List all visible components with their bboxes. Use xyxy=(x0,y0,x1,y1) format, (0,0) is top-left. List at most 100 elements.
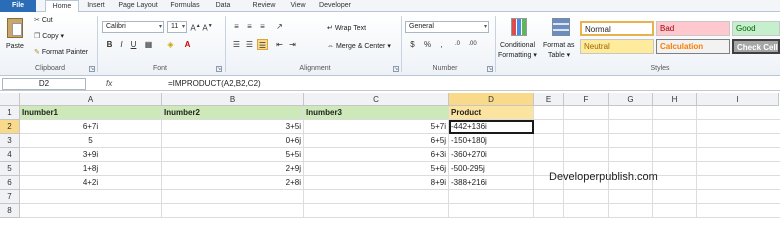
copy-label: Copy xyxy=(42,33,59,40)
cell-d4[interactable]: -360+270i xyxy=(449,148,534,162)
cell-c1[interactable]: Inumber3 xyxy=(304,106,449,120)
shrink-font-icon[interactable]: A▼ xyxy=(202,21,213,33)
column-header-g[interactable]: G xyxy=(609,93,653,106)
style-neutral[interactable]: Neutral xyxy=(580,39,654,54)
cell-b6[interactable]: 2+8i xyxy=(162,176,304,190)
italic-icon[interactable]: I xyxy=(116,39,127,50)
cell-d3[interactable]: -150+180j xyxy=(449,134,534,148)
cut-button[interactable]: ✂ Cut xyxy=(34,16,53,24)
tab-view[interactable]: View xyxy=(284,0,312,12)
select-all-corner[interactable] xyxy=(0,93,20,106)
cell-a4[interactable]: 3+9i xyxy=(20,148,162,162)
font-launcher-icon[interactable]: ↘ xyxy=(216,66,222,72)
tab-insert[interactable]: Insert xyxy=(82,0,110,12)
increase-decimal-icon[interactable]: .0 xyxy=(452,39,463,50)
row-header-7[interactable]: 7 xyxy=(0,190,20,204)
style-bad[interactable]: Bad xyxy=(656,21,730,36)
column-header-h[interactable]: H xyxy=(653,93,697,106)
align-middle-icon[interactable]: ≡ xyxy=(244,21,255,32)
formula-input[interactable]: =IMPRODUCT(A2,B2,C2) xyxy=(168,78,261,90)
style-check-cell[interactable]: Check Cell xyxy=(732,39,780,54)
row-header-6[interactable]: 6 xyxy=(0,176,20,190)
row-header-1[interactable]: 1 xyxy=(0,106,20,120)
grow-font-icon[interactable]: A▲ xyxy=(190,21,201,33)
cell-b2[interactable]: 3+5i xyxy=(162,120,304,134)
number-launcher-icon[interactable]: ↘ xyxy=(487,66,493,72)
merge-center-button[interactable]: ⇔ Merge & Center ▾ xyxy=(327,42,391,50)
column-header-e[interactable]: E xyxy=(534,93,564,106)
tab-developer[interactable]: Developer xyxy=(313,0,357,12)
column-header-a[interactable]: A xyxy=(20,93,162,106)
decrease-decimal-icon[interactable]: .00 xyxy=(467,39,478,50)
merge-icon: ⇔ xyxy=(327,43,334,50)
cell-c6[interactable]: 8+9i xyxy=(304,176,449,190)
tab-data[interactable]: Data xyxy=(209,0,237,12)
cell-c5[interactable]: 5+6j xyxy=(304,162,449,176)
cell-a3[interactable]: 5 xyxy=(20,134,162,148)
comma-icon[interactable]: , xyxy=(436,39,447,50)
align-left-icon[interactable]: ☰ xyxy=(231,39,242,50)
column-header-i[interactable]: I xyxy=(697,93,779,106)
cell-c4[interactable]: 6+3i xyxy=(304,148,449,162)
style-good[interactable]: Good xyxy=(732,21,780,36)
column-header-c[interactable]: C xyxy=(304,93,449,106)
column-header-f[interactable]: F xyxy=(564,93,609,106)
alignment-group-label: Alignment xyxy=(299,65,331,72)
wrap-text-label: Wrap Text xyxy=(334,25,367,32)
format-painter-button[interactable]: ✎ Format Painter xyxy=(34,48,88,56)
tab-page-layout[interactable]: Page Layout xyxy=(112,0,164,12)
decrease-indent-icon[interactable]: ⇤ xyxy=(274,39,285,50)
style-calculation[interactable]: Calculation xyxy=(656,39,730,54)
cell-a5[interactable]: 1+8j xyxy=(20,162,162,176)
underline-icon[interactable]: U xyxy=(128,39,139,50)
name-box[interactable]: D2 xyxy=(2,78,86,90)
font-color-icon[interactable]: A xyxy=(182,39,193,50)
fill-color-icon[interactable]: ◈ xyxy=(165,39,176,50)
font-size-select[interactable]: 11 ▾ xyxy=(167,21,187,33)
tab-formulas[interactable]: Formulas xyxy=(166,0,204,12)
percent-icon[interactable]: % xyxy=(422,39,433,50)
cell-d6[interactable]: -388+216i xyxy=(449,176,534,190)
cell-c3[interactable]: 6+5j xyxy=(304,134,449,148)
cell-a1[interactable]: Inumber1 xyxy=(20,106,162,120)
bold-icon[interactable]: B xyxy=(104,39,115,50)
tab-review[interactable]: Review xyxy=(247,0,281,12)
orientation-icon[interactable]: ↗ xyxy=(274,21,285,32)
row-header-2[interactable]: 2 xyxy=(0,120,20,134)
row-header-3[interactable]: 3 xyxy=(0,134,20,148)
row-header-4[interactable]: 4 xyxy=(0,148,20,162)
cell-a2[interactable]: 6+7i xyxy=(20,120,162,134)
cell-b1[interactable]: Inumber2 xyxy=(162,106,304,120)
copy-button[interactable]: ❐ Copy ▾ xyxy=(34,32,64,40)
increase-indent-icon[interactable]: ⇥ xyxy=(287,39,298,50)
number-format-select[interactable]: General ▾ xyxy=(405,21,489,33)
cell-c2[interactable]: 5+7i xyxy=(304,120,449,134)
fx-icon[interactable]: fx xyxy=(106,78,112,90)
align-right-icon[interactable]: ☰ xyxy=(257,39,268,50)
cell-b3[interactable]: 0+6j xyxy=(162,134,304,148)
currency-icon[interactable]: $ xyxy=(407,39,418,50)
cell-d5[interactable]: -500-295j xyxy=(449,162,534,176)
row-header-5[interactable]: 5 xyxy=(0,162,20,176)
tab-file[interactable]: File xyxy=(0,0,36,12)
font-name-select[interactable]: Calibri ▾ xyxy=(102,21,164,33)
borders-icon[interactable]: ▦ xyxy=(143,39,154,50)
cell-b5[interactable]: 2+9j xyxy=(162,162,304,176)
cell-b4[interactable]: 5+5i xyxy=(162,148,304,162)
row-header-8[interactable]: 8 xyxy=(0,204,20,218)
paste-button[interactable]: Paste xyxy=(4,16,26,58)
wrap-text-button[interactable]: ↵ Wrap Text xyxy=(327,24,366,32)
conditional-formatting-button[interactable]: Conditional Formatting ▾ xyxy=(498,16,542,64)
cell-d1[interactable]: Product xyxy=(449,106,534,120)
column-header-b[interactable]: B xyxy=(162,93,304,106)
style-normal[interactable]: Normal xyxy=(580,21,654,36)
alignment-launcher-icon[interactable]: ↘ xyxy=(393,66,399,72)
format-as-table-button[interactable]: Format as Table ▾ xyxy=(543,16,579,64)
cell-a6[interactable]: 4+2i xyxy=(20,176,162,190)
clipboard-launcher-icon[interactable]: ↘ xyxy=(89,66,95,72)
cell-d2[interactable]: -442+136i xyxy=(449,120,534,134)
align-bottom-icon[interactable]: ≡ xyxy=(257,21,268,32)
column-header-d[interactable]: D xyxy=(449,93,534,106)
align-top-icon[interactable]: ≡ xyxy=(231,21,242,32)
align-center-icon[interactable]: ☰ xyxy=(244,39,255,50)
